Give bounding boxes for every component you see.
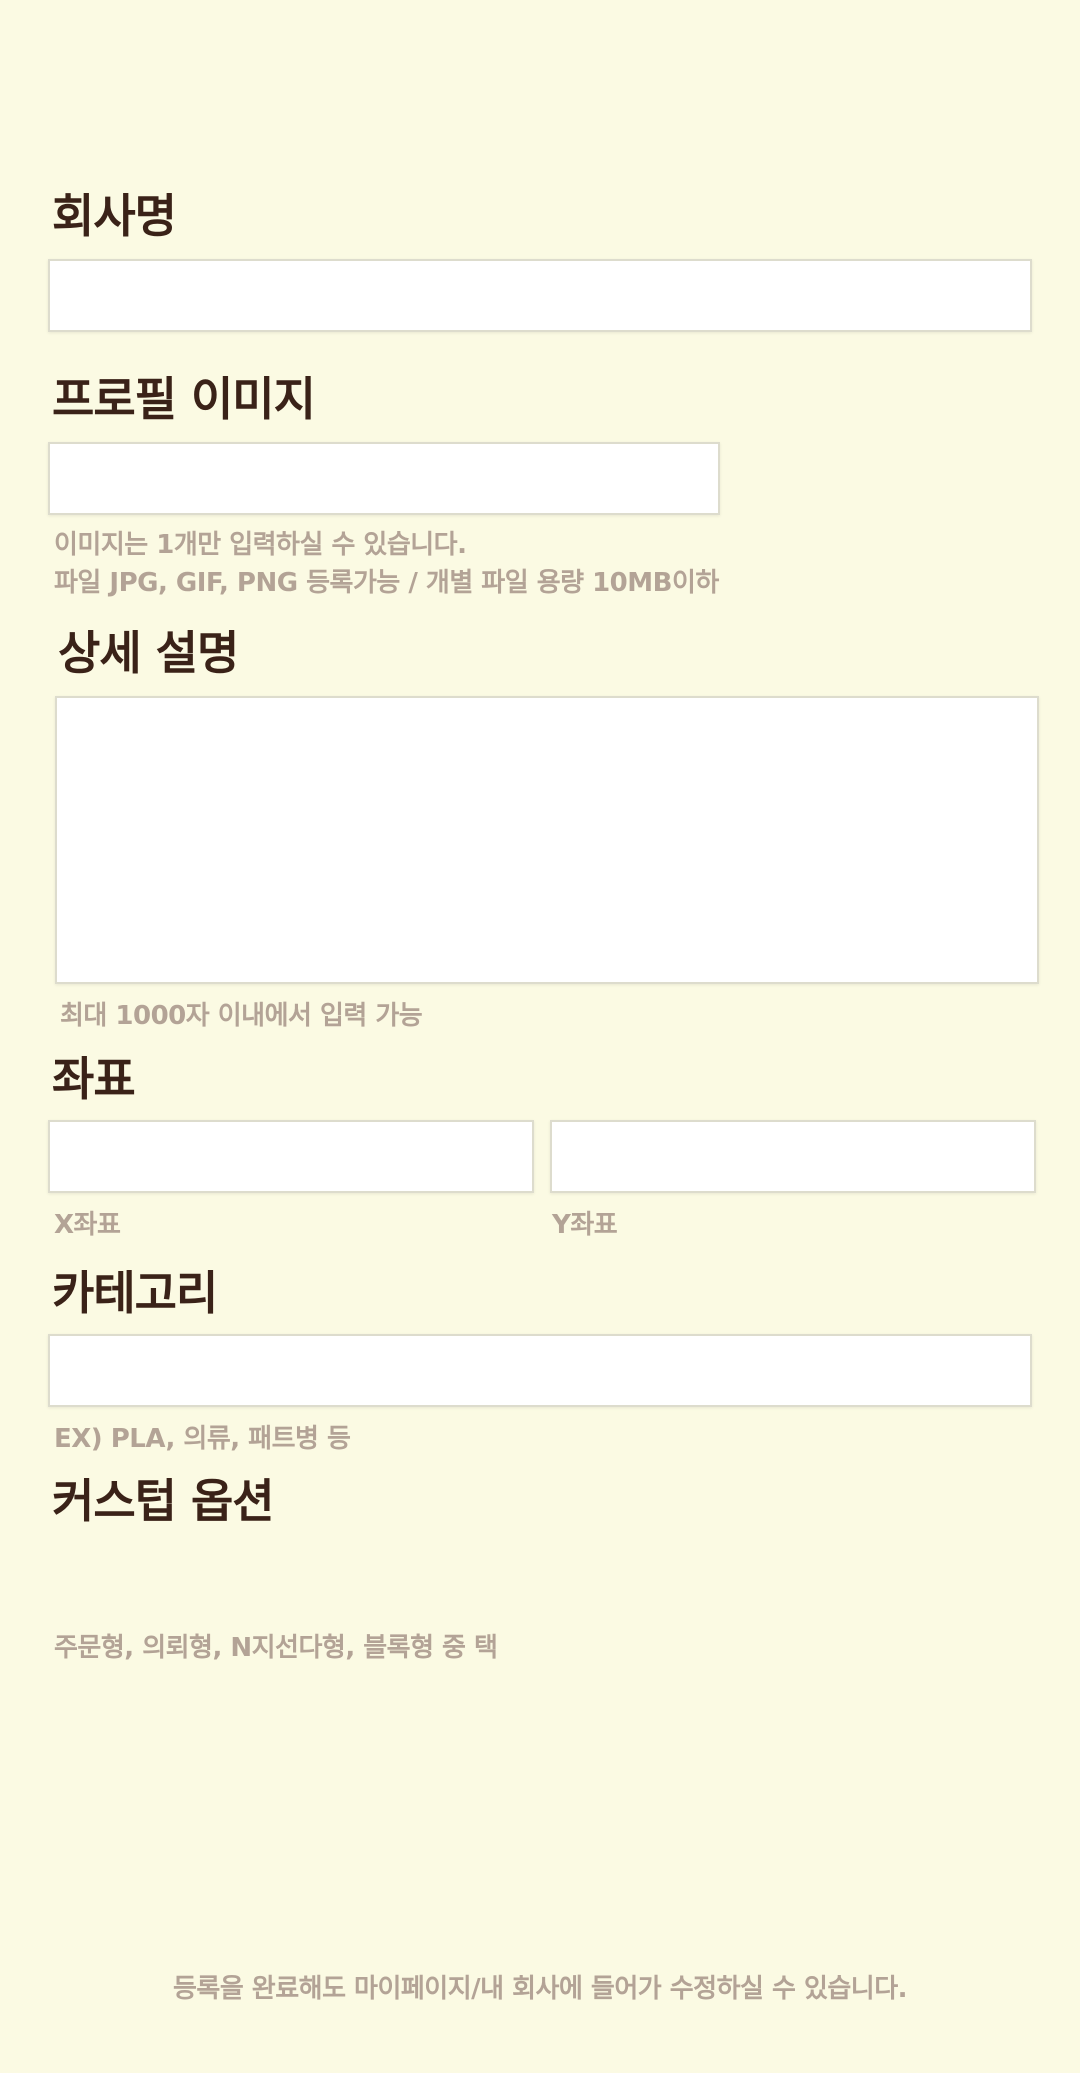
profile-image-help-count: 이미지는 1개만 입력하실 수 있습니다. bbox=[54, 530, 467, 560]
x-coordinate-input[interactable] bbox=[48, 1120, 534, 1193]
category-label: 카테고리 bbox=[52, 1266, 218, 1320]
category-help: EX) PLA, 의류, 패트병 등 bbox=[54, 1424, 351, 1454]
company-name-label: 회사명 bbox=[52, 189, 177, 243]
coordinates-label: 좌표 bbox=[52, 1052, 136, 1106]
description-help: 최대 1000자 이내에서 입력 가능 bbox=[60, 1001, 423, 1031]
custom-option-help: 주문형, 의뢰형, N지선다형, 블록형 중 택 bbox=[54, 1633, 498, 1663]
company-name-input[interactable] bbox=[48, 259, 1032, 332]
profile-image-help-format: 파일 JPG, GIF, PNG 등록가능 / 개별 파일 용량 10MB이하 bbox=[54, 568, 719, 598]
x-coordinate-help: X좌표 bbox=[54, 1210, 121, 1240]
footer-note: 등록을 완료해도 마이페이지/내 회사에 들어가 수정하실 수 있습니다. bbox=[173, 1974, 908, 2004]
custom-option-label: 커스텁 옵션 bbox=[52, 1474, 275, 1528]
category-input[interactable] bbox=[48, 1334, 1032, 1407]
description-label: 상세 설명 bbox=[58, 626, 239, 680]
profile-image-upload-field[interactable] bbox=[48, 442, 720, 515]
profile-image-label: 프로필 이미지 bbox=[52, 372, 316, 426]
y-coordinate-help: Y좌표 bbox=[552, 1210, 618, 1240]
y-coordinate-input[interactable] bbox=[550, 1120, 1036, 1193]
description-textarea[interactable] bbox=[55, 696, 1039, 984]
